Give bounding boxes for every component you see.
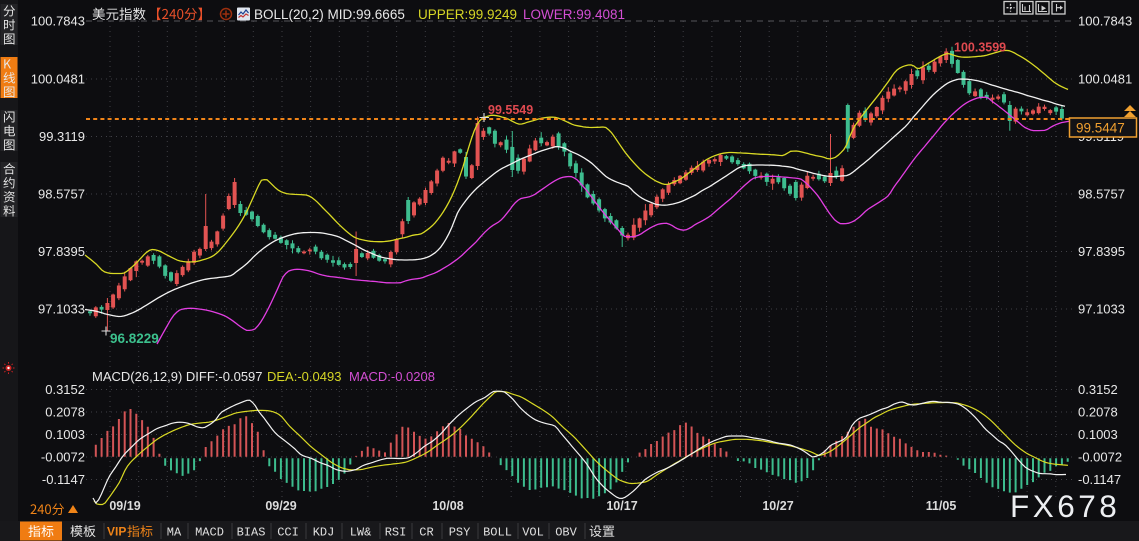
svg-text:0.3152: 0.3152 xyxy=(45,382,85,397)
svg-text:99.5447: 99.5447 xyxy=(1076,121,1125,136)
svg-text:99.3119: 99.3119 xyxy=(39,129,85,144)
svg-text:99.5549: 99.5549 xyxy=(488,103,533,117)
svg-text:UPPER:99.9249: UPPER:99.9249 xyxy=(418,7,517,22)
svg-text:100.3599: 100.3599 xyxy=(954,41,1006,55)
svg-text:97.8395: 97.8395 xyxy=(38,244,85,259)
svg-text:LOWER:99.4081: LOWER:99.4081 xyxy=(523,7,625,22)
svg-text:-0.0072: -0.0072 xyxy=(41,450,85,465)
svg-text:BIAS: BIAS xyxy=(237,526,266,540)
svg-text:97.1033: 97.1033 xyxy=(38,302,85,317)
svg-text:0.3152: 0.3152 xyxy=(1078,382,1118,397)
svg-text:0.2078: 0.2078 xyxy=(45,405,85,420)
svg-text:11/05: 11/05 xyxy=(926,499,957,513)
svg-text:MACD(26,12,9) DIFF:-0.0597: MACD(26,12,9) DIFF:-0.0597 xyxy=(92,369,263,384)
svg-text:MA: MA xyxy=(167,526,182,540)
svg-text:97.1033: 97.1033 xyxy=(1078,302,1125,317)
svg-text:10/17: 10/17 xyxy=(606,499,637,513)
svg-text:10/08: 10/08 xyxy=(432,499,463,513)
svg-text:LW&: LW& xyxy=(350,526,372,540)
svg-text:VIP: VIP xyxy=(107,525,126,539)
svg-text:0.1003: 0.1003 xyxy=(1078,427,1118,442)
svg-text:09/29: 09/29 xyxy=(265,499,296,513)
svg-text:DEA:-0.0493: DEA:-0.0493 xyxy=(267,369,341,384)
svg-text:100.0481: 100.0481 xyxy=(1078,72,1132,87)
svg-text:0.1003: 0.1003 xyxy=(45,427,85,442)
svg-text:97.8395: 97.8395 xyxy=(1078,244,1125,259)
svg-text:100.7843: 100.7843 xyxy=(1078,14,1132,29)
svg-text:96.8229: 96.8229 xyxy=(110,331,159,346)
svg-text:BOLL(20,2) MID:99.6665: BOLL(20,2) MID:99.6665 xyxy=(254,7,405,22)
svg-text:BOLL: BOLL xyxy=(483,526,512,540)
svg-text:10/27: 10/27 xyxy=(762,499,793,513)
svg-text:-0.1147: -0.1147 xyxy=(1078,472,1121,487)
svg-text:RSI: RSI xyxy=(385,526,407,540)
svg-text:-0.1147: -0.1147 xyxy=(42,472,85,487)
svg-text:100.7843: 100.7843 xyxy=(31,14,85,29)
svg-text:0.2078: 0.2078 xyxy=(1078,405,1118,420)
svg-text:09/19: 09/19 xyxy=(109,499,140,513)
svg-text:PSY: PSY xyxy=(449,526,471,540)
svg-text:KDJ: KDJ xyxy=(313,526,335,540)
svg-text:FX678: FX678 xyxy=(1010,488,1120,524)
svg-text:OBV: OBV xyxy=(555,526,577,540)
svg-text:MACD: MACD xyxy=(195,526,224,540)
svg-text:CR: CR xyxy=(419,526,433,540)
svg-text:100.0481: 100.0481 xyxy=(31,72,85,87)
svg-text:-0.0072: -0.0072 xyxy=(1078,450,1122,465)
svg-text:MACD:-0.0208: MACD:-0.0208 xyxy=(349,369,435,384)
svg-text:98.5757: 98.5757 xyxy=(1078,187,1125,202)
svg-text:98.5757: 98.5757 xyxy=(38,187,85,202)
svg-text:VOL: VOL xyxy=(522,526,544,540)
svg-text:CCI: CCI xyxy=(277,526,299,540)
